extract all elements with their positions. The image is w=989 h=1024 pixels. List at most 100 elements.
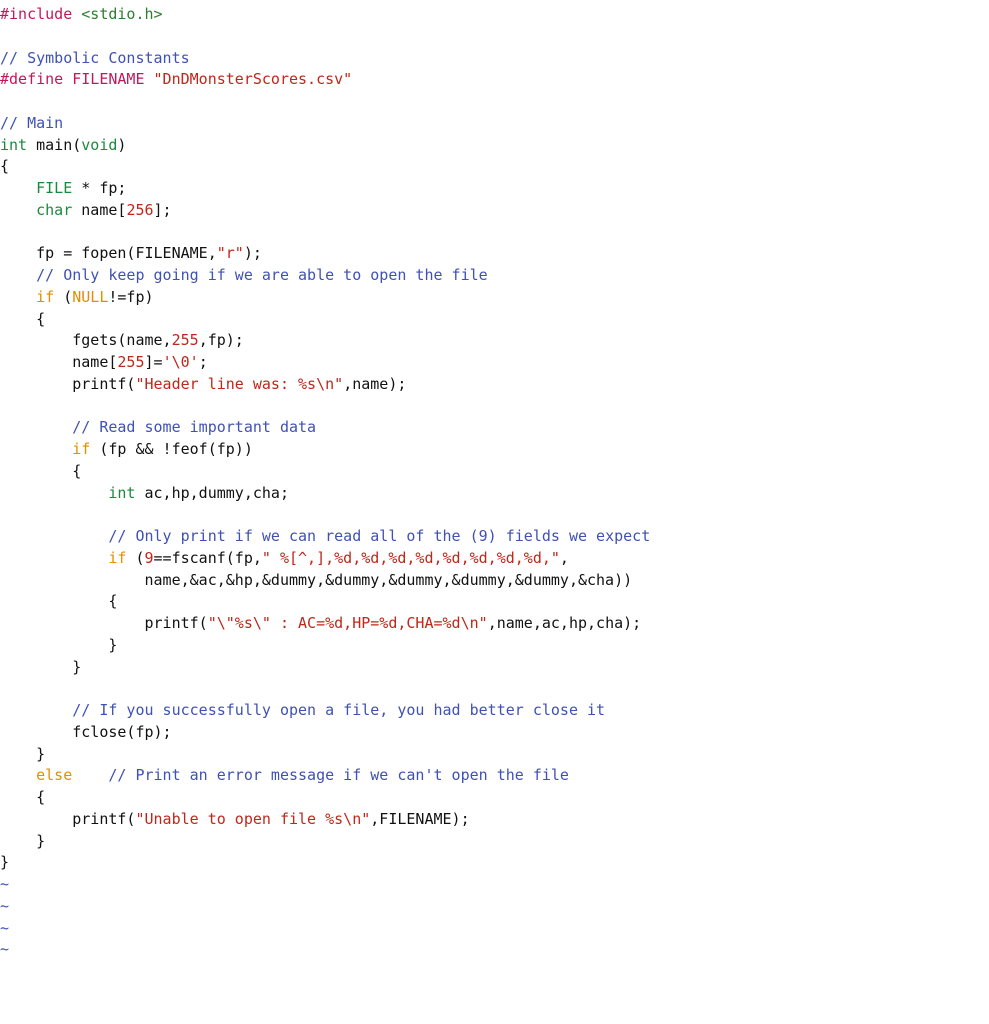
code-token: // Symbolic Constants bbox=[0, 49, 190, 67]
code-line: name,&ac,&hp,&dummy,&dummy,&dummy,&dummy… bbox=[0, 570, 989, 592]
code-line: #define FILENAME "DnDMonsterScores.csv" bbox=[0, 69, 989, 91]
code-token: ( bbox=[54, 288, 72, 306]
code-line: { bbox=[0, 156, 989, 178]
code-token: } bbox=[0, 745, 45, 763]
code-token bbox=[0, 201, 36, 219]
code-token: if bbox=[108, 549, 126, 567]
code-token: FILE bbox=[36, 179, 72, 197]
code-token: ( bbox=[126, 549, 144, 567]
code-token: ; bbox=[199, 353, 208, 371]
code-line: char name[256]; bbox=[0, 200, 989, 222]
code-line: // Symbolic Constants bbox=[0, 48, 989, 70]
code-token: " %[^,],%d,%d,%d,%d,%d,%d,%d,%d," bbox=[262, 549, 560, 567]
code-token bbox=[0, 766, 36, 784]
code-line: printf("Header line was: %s\n",name); bbox=[0, 374, 989, 396]
code-line: fp = fopen(FILENAME,"r"); bbox=[0, 243, 989, 265]
code-token: int bbox=[108, 484, 135, 502]
code-token: if bbox=[36, 288, 54, 306]
code-token: #define FILENAME bbox=[0, 70, 154, 88]
code-token: name[ bbox=[0, 353, 117, 371]
code-token: "\"%s\" : AC=%d,HP=%d,CHA=%d\n" bbox=[208, 614, 488, 632]
code-line: // Only print if we can read all of the … bbox=[0, 526, 989, 548]
code-token: ~ bbox=[0, 940, 9, 958]
code-line: if (NULL!=fp) bbox=[0, 287, 989, 309]
code-token bbox=[72, 766, 108, 784]
code-token: fp = fopen(FILENAME, bbox=[0, 244, 217, 262]
code-editor[interactable]: #include <stdio.h> // Symbolic Constants… bbox=[0, 0, 989, 961]
code-token: ,name); bbox=[343, 375, 406, 393]
code-token: else bbox=[36, 766, 72, 784]
code-line bbox=[0, 26, 989, 48]
code-token: name[ bbox=[72, 201, 126, 219]
code-token: { bbox=[0, 157, 9, 175]
code-line: ~ bbox=[0, 918, 989, 940]
code-token: // If you successfully open a file, you … bbox=[72, 701, 605, 719]
code-token bbox=[0, 418, 72, 436]
code-token: void bbox=[81, 136, 117, 154]
code-token: printf( bbox=[0, 614, 208, 632]
code-token: (fp && !feof(fp)) bbox=[90, 440, 253, 458]
code-token: "DnDMonsterScores.csv" bbox=[154, 70, 353, 88]
code-token: ,name,ac,hp,cha); bbox=[488, 614, 642, 632]
code-token: #include bbox=[0, 5, 81, 23]
code-token: ]= bbox=[145, 353, 163, 371]
code-line: // Read some important data bbox=[0, 417, 989, 439]
code-token: "Header line was: %s\n" bbox=[135, 375, 343, 393]
code-token bbox=[0, 701, 72, 719]
code-token: * fp; bbox=[72, 179, 126, 197]
code-token: // Only keep going if we are able to ope… bbox=[36, 266, 488, 284]
code-token bbox=[0, 549, 108, 567]
code-token: // Print an error message if we can't op… bbox=[108, 766, 569, 784]
code-token: } bbox=[0, 853, 9, 871]
code-token: ) bbox=[117, 136, 126, 154]
code-token: !=fp) bbox=[108, 288, 153, 306]
code-line: } bbox=[0, 635, 989, 657]
code-token: } bbox=[0, 636, 117, 654]
code-token: fclose(fp); bbox=[0, 723, 172, 741]
code-line: { bbox=[0, 787, 989, 809]
code-token: ); bbox=[244, 244, 262, 262]
code-line: printf("\"%s\" : AC=%d,HP=%d,CHA=%d\n",n… bbox=[0, 613, 989, 635]
code-line: } bbox=[0, 744, 989, 766]
code-line: ~ bbox=[0, 939, 989, 961]
code-token: { bbox=[0, 462, 81, 480]
code-token: ~ bbox=[0, 897, 9, 915]
code-token: 255 bbox=[172, 331, 199, 349]
code-line: } bbox=[0, 657, 989, 679]
code-token: printf( bbox=[0, 810, 135, 828]
code-token: ==fscanf(fp, bbox=[154, 549, 262, 567]
code-token: ,fp); bbox=[199, 331, 244, 349]
code-token: ~ bbox=[0, 919, 9, 937]
code-line: fclose(fp); bbox=[0, 722, 989, 744]
code-token bbox=[0, 179, 36, 197]
code-token bbox=[0, 266, 36, 284]
code-token: // Only print if we can read all of the … bbox=[108, 527, 650, 545]
code-line: name[255]='\0'; bbox=[0, 352, 989, 374]
code-line: fgets(name,255,fp); bbox=[0, 330, 989, 352]
code-line: { bbox=[0, 591, 989, 613]
code-token: if bbox=[72, 440, 90, 458]
code-line: if (9==fscanf(fp," %[^,],%d,%d,%d,%d,%d,… bbox=[0, 548, 989, 570]
code-line: ~ bbox=[0, 896, 989, 918]
code-token: name,&ac,&hp,&dummy,&dummy,&dummy,&dummy… bbox=[0, 571, 632, 589]
code-line: int main(void) bbox=[0, 135, 989, 157]
code-token: ,FILENAME); bbox=[370, 810, 469, 828]
code-line: } bbox=[0, 831, 989, 853]
code-token bbox=[0, 288, 36, 306]
code-token: main( bbox=[27, 136, 81, 154]
code-line: // If you successfully open a file, you … bbox=[0, 700, 989, 722]
code-token: char bbox=[36, 201, 72, 219]
code-line: { bbox=[0, 461, 989, 483]
code-line: } bbox=[0, 852, 989, 874]
code-token: "r" bbox=[217, 244, 244, 262]
code-token: // Read some important data bbox=[72, 418, 316, 436]
code-line: // Main bbox=[0, 113, 989, 135]
code-token: } bbox=[0, 658, 81, 676]
code-line: else // Print an error message if we can… bbox=[0, 765, 989, 787]
code-line: FILE * fp; bbox=[0, 178, 989, 200]
code-token: 256 bbox=[126, 201, 153, 219]
code-token: ]; bbox=[154, 201, 172, 219]
code-token bbox=[0, 440, 72, 458]
code-token: 255 bbox=[117, 353, 144, 371]
code-token: ac,hp,dummy,cha; bbox=[135, 484, 289, 502]
